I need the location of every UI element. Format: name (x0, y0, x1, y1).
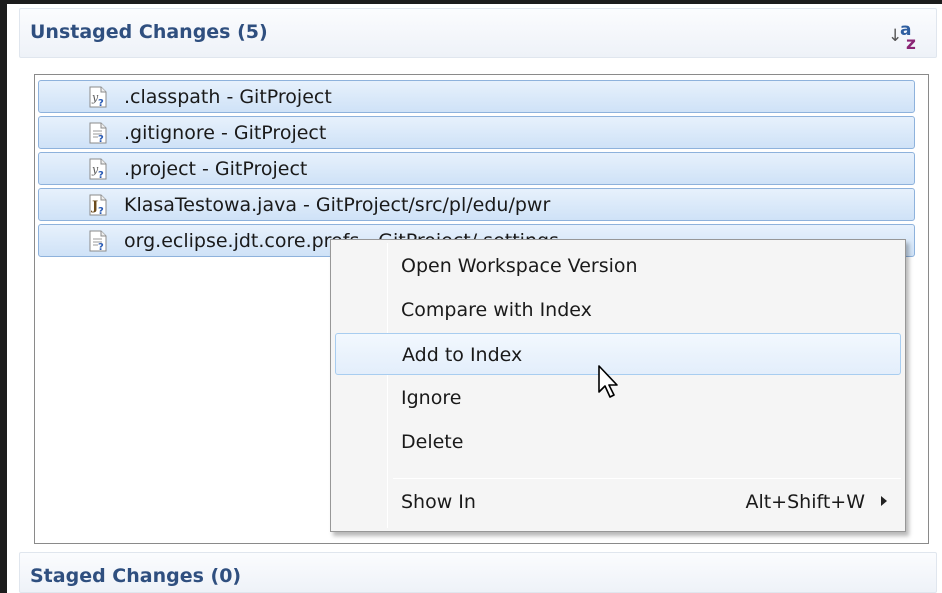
menu-item-label: Delete (401, 431, 464, 453)
mouse-pointer-icon (598, 365, 618, 398)
staged-changes-header[interactable]: Staged Changes (0) (19, 552, 937, 593)
menu-item-open-workspace-version[interactable]: Open Workspace Version (335, 245, 901, 287)
git-staging-view: Unstaged Changes (5) ↓ a z y ? .classpath … (7, 4, 942, 593)
file-row[interactable]: ? .gitignore - GitProject (38, 116, 915, 149)
svg-text:?: ? (98, 206, 104, 216)
menu-item-shortcut: Alt+Shift+W (745, 491, 865, 513)
java-file-untracked-icon: J ? (88, 194, 108, 217)
file-row[interactable]: y ? .classpath - GitProject (38, 80, 915, 113)
svg-text:?: ? (98, 134, 104, 144)
xml-file-untracked-icon: y ? (88, 86, 108, 109)
text-file-untracked-icon: ? (88, 122, 108, 145)
file-label: KlasaTestowa.java - GitProject/src/pl/ed… (124, 194, 551, 216)
svg-text:?: ? (98, 98, 104, 108)
unstaged-changes-title: Unstaged Changes (5) (30, 21, 268, 43)
unstaged-changes-header[interactable]: Unstaged Changes (5) ↓ a z (19, 8, 937, 58)
file-label: .gitignore - GitProject (124, 122, 327, 144)
menu-item-label: Ignore (401, 387, 462, 409)
menu-item-label: Add to Index (402, 344, 523, 366)
menu-item-label: Compare with Index (401, 299, 592, 321)
svg-text:?: ? (98, 242, 104, 252)
submenu-arrow-icon (881, 496, 887, 506)
menu-item-delete[interactable]: Delete (335, 421, 901, 463)
menu-item-compare-with-index[interactable]: Compare with Index (335, 289, 901, 331)
menu-item-label: Show In (401, 491, 476, 513)
xml-file-untracked-icon: y ? (88, 158, 108, 181)
menu-separator (393, 478, 901, 479)
file-row[interactable]: y ? .project - GitProject (38, 152, 915, 185)
sort-alphabetically-icon[interactable]: ↓ a z (888, 20, 922, 54)
file-row[interactable]: J ? KlasaTestowa.java - GitProject/src/p… (38, 188, 915, 221)
text-file-untracked-icon: ? (88, 230, 108, 253)
menu-item-show-in[interactable]: Show In Alt+Shift+W (335, 481, 901, 523)
staged-changes-title: Staged Changes (0) (30, 565, 242, 587)
menu-item-label: Open Workspace Version (401, 255, 638, 277)
file-label: .project - GitProject (124, 158, 308, 180)
svg-text:?: ? (98, 170, 104, 180)
file-label: .classpath - GitProject (124, 86, 332, 108)
